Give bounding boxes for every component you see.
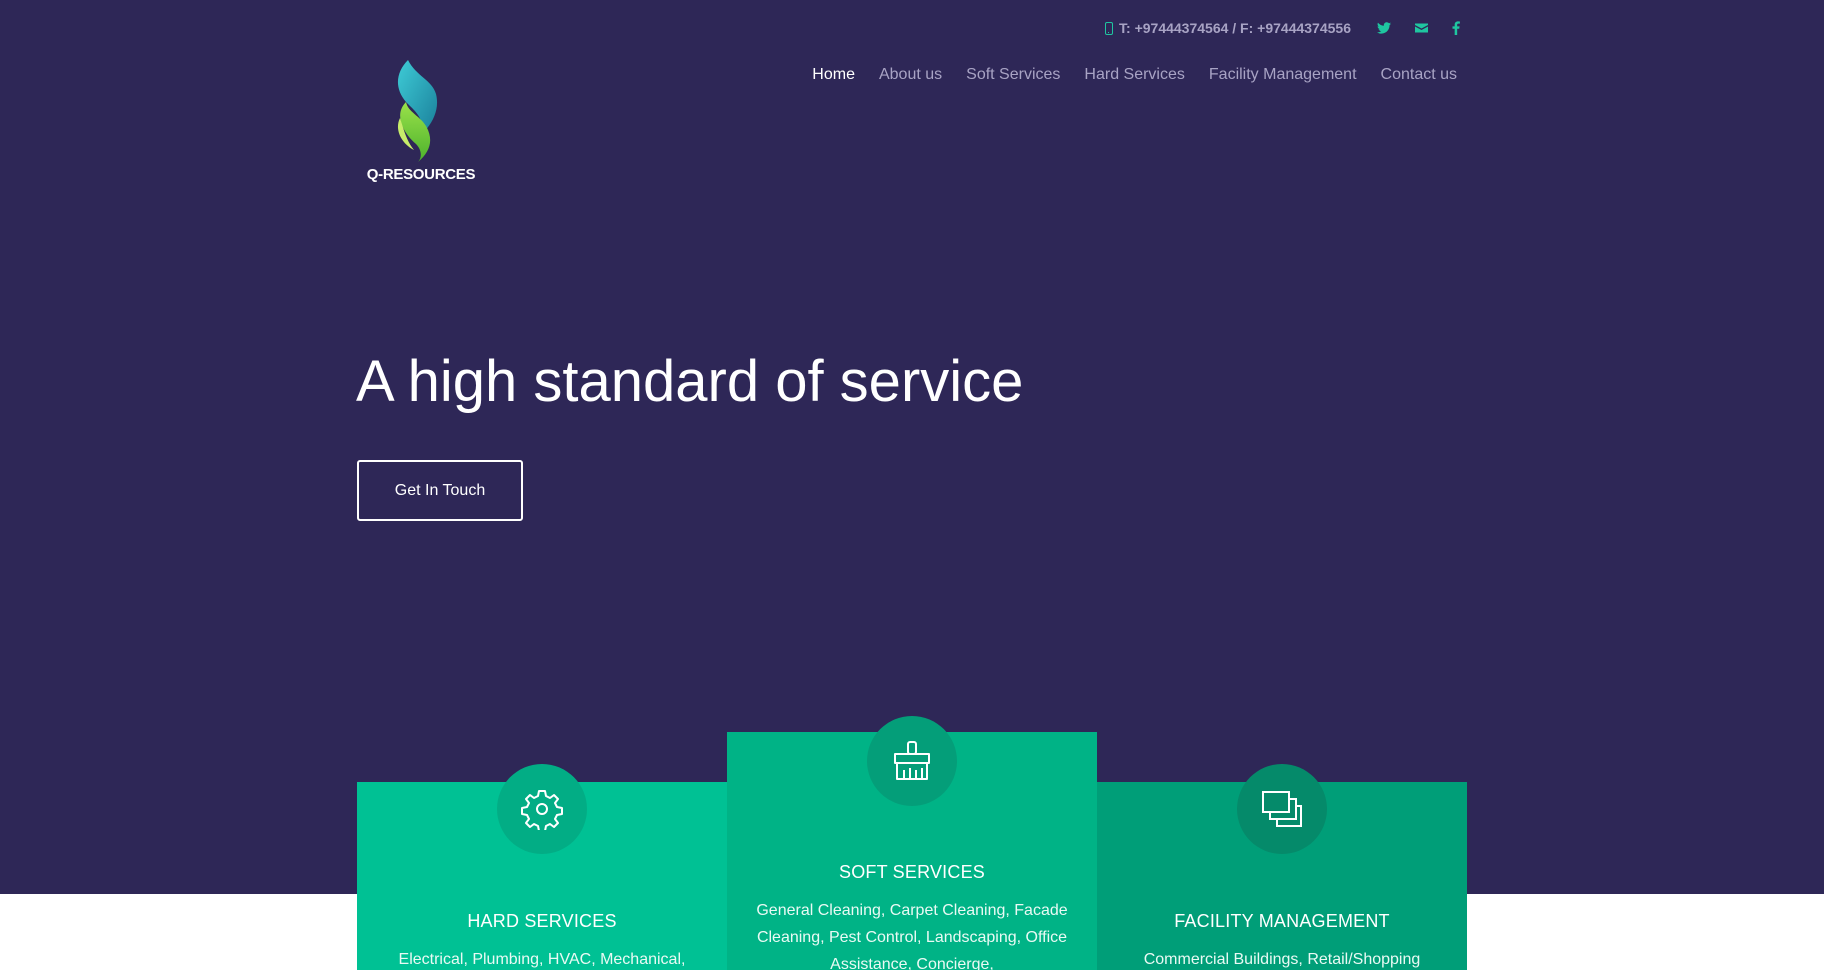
mobile-phone-icon xyxy=(1105,21,1114,35)
cleaning-brush-icon xyxy=(867,716,957,806)
social-links xyxy=(1377,21,1460,35)
nav-soft-services[interactable]: Soft Services xyxy=(966,66,1060,84)
service-description: General Cleaning, Carpet Cleaning, Facad… xyxy=(756,902,1068,970)
nav-about-us[interactable]: About us xyxy=(879,66,942,84)
stacked-screens-icon xyxy=(1237,764,1327,854)
service-title: SOFT SERVICES xyxy=(839,862,985,882)
service-description: Commercial Buildings, Retail/Shopping xyxy=(1143,951,1421,968)
hero-headline: A high standard of service xyxy=(356,349,1024,414)
facebook-icon[interactable] xyxy=(1452,21,1460,35)
nav-contact-us[interactable]: Contact us xyxy=(1381,66,1457,84)
flame-leaf-logo-icon xyxy=(397,60,438,162)
logo-text: Q-RESOURCES xyxy=(366,166,476,183)
company-logo[interactable]: Q-RESOURCES xyxy=(366,58,476,186)
gear-icon xyxy=(497,764,587,854)
contact-numbers: T: +97444374564 / F: +97444374556 xyxy=(1105,20,1351,36)
service-title: FACILITY MANAGEMENT xyxy=(1174,911,1390,931)
contact-text: T: +97444374564 / F: +97444374556 xyxy=(1119,20,1351,36)
nav-hard-services[interactable]: Hard Services xyxy=(1084,66,1184,84)
top-contact-bar: T: +97444374564 / F: +97444374556 xyxy=(1105,18,1460,38)
email-icon[interactable] xyxy=(1415,23,1428,33)
service-description: Electrical, Plumbing, HVAC, Mechanical, xyxy=(398,951,686,968)
twitter-icon[interactable] xyxy=(1377,22,1391,34)
get-in-touch-button[interactable]: Get In Touch xyxy=(357,460,523,521)
nav-facility-management[interactable]: Facility Management xyxy=(1209,66,1357,84)
nav-home[interactable]: Home xyxy=(812,66,855,84)
main-navigation: Home About us Soft Services Hard Service… xyxy=(812,66,1457,84)
service-title: HARD SERVICES xyxy=(467,911,617,931)
